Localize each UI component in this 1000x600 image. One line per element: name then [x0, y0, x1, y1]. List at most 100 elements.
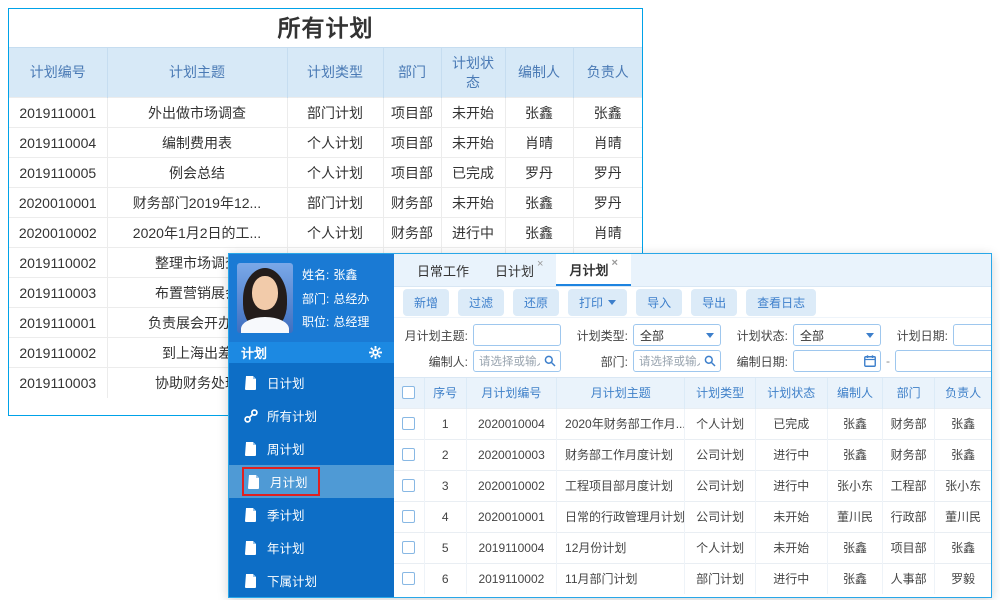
plan-id-link[interactable]: 2020010004: [466, 407, 558, 439]
plan-subject-link[interactable]: 工程项目部月度计划: [556, 469, 686, 501]
cell-subject: 例会总结: [107, 157, 288, 188]
plan-id-link[interactable]: 2019110002: [466, 562, 558, 594]
print-button[interactable]: 打印: [568, 288, 628, 316]
table-row[interactable]: 2019110001 外出做市场调查 部门计划 项目部 未开始 张鑫 张鑫: [9, 97, 642, 128]
plan-date-filter-input[interactable]: [953, 324, 991, 346]
tab-monthly-plan[interactable]: 月计划 ×: [556, 254, 631, 286]
monthly-plan-window: 姓名: 张鑫 部门: 总经办 职位: 总经理 计划 日计划 所有计划 周计划 月…: [228, 253, 992, 598]
cell-type: 部门计划: [287, 97, 384, 128]
plan-subject-link[interactable]: 2020年财务部工作月...: [556, 407, 686, 439]
cell-type: 公司计划: [684, 500, 756, 532]
owner-link[interactable]: 张小东: [934, 469, 991, 501]
document-icon: [244, 441, 258, 456]
cell-plan-id: 2019110003: [9, 367, 108, 398]
tab-label: 日计划: [495, 263, 535, 279]
creator-link[interactable]: 张鑫: [827, 438, 884, 470]
row-checkbox[interactable]: [402, 541, 416, 554]
plan-id-link[interactable]: 2020010001: [466, 500, 558, 532]
owner-link[interactable]: 张鑫: [934, 407, 991, 439]
plan-id-link[interactable]: 2020010003: [466, 438, 558, 470]
creator-link[interactable]: 张小东: [827, 469, 884, 501]
table-row[interactable]: 2019110005 例会总结 个人计划 项目部 已完成 罗丹 罗丹: [9, 157, 642, 188]
type-filter-value: 全部: [640, 328, 665, 343]
row-checkbox[interactable]: [402, 572, 416, 586]
sidebar-item-daily-plan[interactable]: 日计划: [229, 366, 394, 399]
plan-subject-link[interactable]: 11月部门计划: [556, 562, 686, 594]
plan-id-link[interactable]: 2020010002: [466, 469, 558, 501]
cell-dept: 项目部: [383, 127, 442, 158]
type-filter-select[interactable]: 全部: [633, 324, 721, 346]
table-row[interactable]: 2 2020010003 财务部工作月度计划 公司计划 进行中 张鑫 财务部 张…: [394, 438, 991, 470]
cell-plan-id: 2019110002: [9, 337, 108, 368]
plan-id-link[interactable]: 2019110004: [466, 531, 558, 563]
cell-type: 个人计划: [287, 217, 384, 248]
row-checkbox[interactable]: [402, 417, 416, 430]
cell-plan-id: 2019110001: [9, 97, 108, 128]
creator-link[interactable]: 张鑫: [827, 531, 884, 563]
row-checkbox[interactable]: [402, 510, 416, 523]
creator-link[interactable]: 董川民: [827, 500, 884, 532]
cell-type: 公司计划: [684, 438, 756, 470]
filter-button[interactable]: 过滤: [458, 288, 505, 316]
cell-dept: 项目部: [383, 97, 442, 128]
owner-link[interactable]: 张鑫: [934, 531, 991, 563]
table-row[interactable]: 5 2019110004 12月份计划 个人计划 未开始 张鑫 项目部 张鑫: [394, 531, 991, 563]
cell-subject: 外出做市场调查: [107, 97, 288, 128]
export-button[interactable]: 导出: [691, 288, 738, 316]
import-button[interactable]: 导入: [636, 288, 683, 316]
toolbar: 新增 过滤 还原 打印 导入 导出 查看日志: [394, 287, 991, 318]
table-row[interactable]: 1 2020010004 2020年财务部工作月... 个人计划 已完成 张鑫 …: [394, 407, 991, 439]
owner-link[interactable]: 张鑫: [934, 438, 991, 470]
subject-filter-input[interactable]: [473, 324, 561, 346]
table-row[interactable]: 2020010002 2020年1月2日的工... 个人计划 财务部 进行中 张鑫 肖晴: [9, 217, 642, 248]
table-row[interactable]: 4 2020010001 日常的行政管理月计划 公司计划 未开始 董川民 行政部…: [394, 500, 991, 532]
cell-index: 1: [424, 407, 467, 439]
tab-daily-work[interactable]: 日常工作: [404, 254, 482, 286]
filter-row-2: 编制人: 部门: 编制日期: -: [400, 348, 991, 374]
table-row[interactable]: 2020010001 财务部门2019年12... 部门计划 财务部 未开始 张鑫 罗丹: [9, 187, 642, 218]
filter-row-1: 月计划主题: 计划类型: 全部 计划状态: 全部 计划日期:: [400, 322, 991, 348]
creator-link[interactable]: 张鑫: [827, 407, 884, 439]
row-checkbox[interactable]: [402, 479, 416, 492]
cell-owner: 张鑫: [573, 97, 642, 128]
plan-subject-link[interactable]: 日常的行政管理月计划: [556, 500, 686, 532]
row-checkbox[interactable]: [402, 448, 416, 461]
table-row[interactable]: 2019110004 编制费用表 个人计划 项目部 未开始 肖晴 肖晴: [9, 127, 642, 158]
owner-link[interactable]: 罗毅: [934, 562, 991, 594]
subject-filter-label: 月计划主题:: [404, 328, 468, 343]
date-range-separator: -: [886, 354, 890, 368]
cell-status: 进行中: [441, 217, 506, 248]
close-icon[interactable]: ×: [611, 257, 617, 269]
col-creator: 编制人: [505, 47, 574, 98]
sidebar-item-quarterly-plan[interactable]: 季计划: [229, 498, 394, 531]
sidebar-item-label: 季计划: [267, 509, 305, 523]
plan-subject-link[interactable]: 12月份计划: [556, 531, 686, 563]
tab-daily-plan[interactable]: 日计划 ×: [482, 254, 556, 286]
owner-link[interactable]: 董川民: [934, 500, 991, 532]
table-row[interactable]: 6 2019110002 11月部门计划 部门计划 进行中 张鑫 人事部 罗毅: [394, 562, 991, 594]
create-date-filter-label: 编制日期:: [736, 354, 788, 369]
cell-type: 公司计划: [684, 469, 756, 501]
col-monthly-plan-id: 月计划编号: [466, 378, 558, 408]
status-filter-select[interactable]: 全部: [793, 324, 881, 346]
select-all-checkbox[interactable]: [402, 386, 416, 400]
sidebar-item-weekly-plan[interactable]: 周计划: [229, 432, 394, 465]
gear-icon[interactable]: [369, 346, 382, 359]
create-date-end-input[interactable]: [895, 350, 991, 372]
plan-subject-link[interactable]: 财务部工作月度计划: [556, 438, 686, 470]
table-row[interactable]: 3 2020010002 工程项目部月度计划 公司计划 进行中 张小东 工程部 …: [394, 469, 991, 501]
sidebar-item-yearly-plan[interactable]: 年计划: [229, 531, 394, 564]
table-header-row: 计划编号 计划主题 计划类型 部门 计划状态 编制人 负责人: [9, 47, 642, 98]
cell-dept: 财务部: [882, 438, 936, 470]
sidebar-item-monthly-plan[interactable]: 月计划: [229, 465, 394, 498]
close-icon[interactable]: ×: [537, 258, 543, 270]
cell-type: 个人计划: [684, 407, 756, 439]
sidebar-menu: 日计划 所有计划 周计划 月计划 季计划 年计划 下属计划: [229, 363, 394, 597]
view-log-button[interactable]: 查看日志: [746, 288, 817, 316]
cell-plan-id: 2019110005: [9, 157, 108, 188]
sidebar-item-subordinate-plan[interactable]: 下属计划: [229, 564, 394, 597]
reset-button[interactable]: 还原: [513, 288, 560, 316]
creator-link[interactable]: 张鑫: [827, 562, 884, 594]
add-button[interactable]: 新增: [403, 288, 450, 316]
sidebar-item-all-plans[interactable]: 所有计划: [229, 399, 394, 432]
